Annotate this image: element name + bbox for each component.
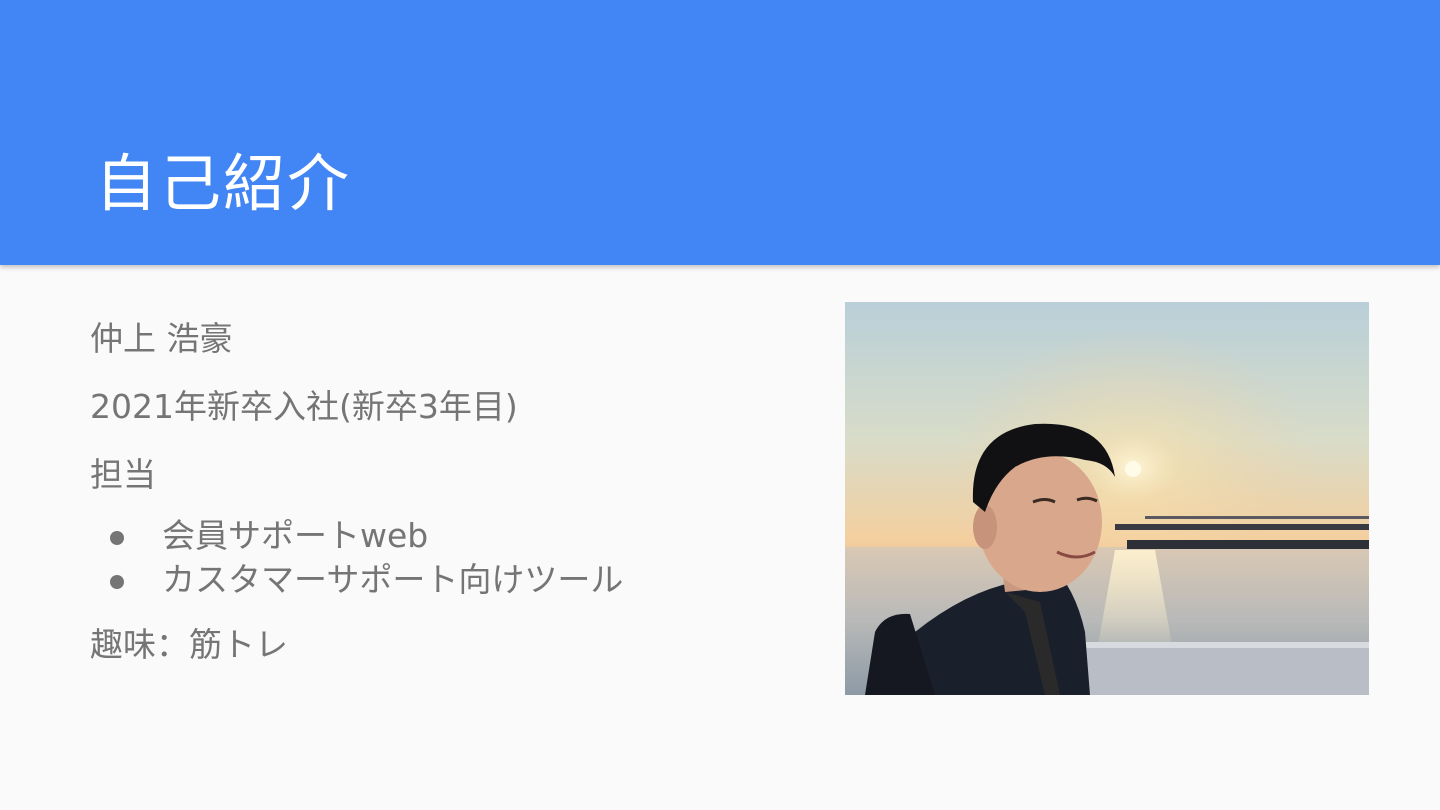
responsibility-list: 会員サポートweb カスタマーサポート向けツール bbox=[90, 514, 810, 602]
slide-title: 自己紹介 bbox=[95, 147, 352, 220]
list-item: 会員サポートweb bbox=[90, 514, 810, 558]
list-item-label: 会員サポートweb bbox=[162, 516, 429, 555]
slide-body: 仲上 浩豪 2021年新卒入社(新卒3年目) 担当 会員サポートweb カスタマ… bbox=[90, 318, 810, 692]
bullet-icon bbox=[110, 575, 124, 589]
list-item-label: カスタマーサポート向けツール bbox=[162, 560, 624, 599]
title-bar: 自己紹介 bbox=[0, 0, 1440, 265]
responsibility-label: 担当 bbox=[90, 455, 156, 494]
joined-text: 2021年新卒入社(新卒3年目) bbox=[90, 387, 518, 426]
hobby-text: 趣味：筋トレ bbox=[90, 625, 288, 664]
bullet-icon bbox=[110, 531, 124, 545]
portrait-photo bbox=[845, 302, 1369, 695]
name-text: 仲上 浩豪 bbox=[90, 319, 233, 358]
list-item: カスタマーサポート向けツール bbox=[90, 558, 810, 602]
